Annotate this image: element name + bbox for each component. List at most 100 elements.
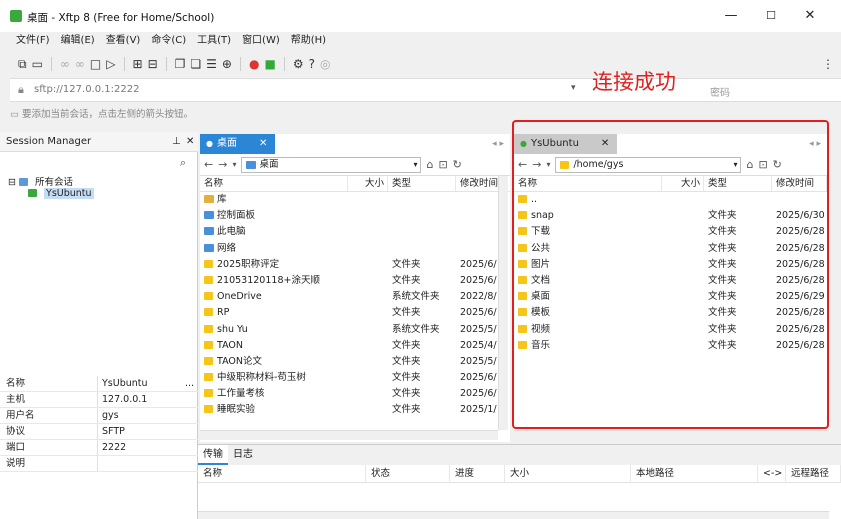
refresh-icon[interactable]: ↻ xyxy=(773,158,782,171)
menu-file[interactable]: 文件(F) xyxy=(16,32,50,50)
tab-scroll-icon[interactable]: ◂ ▸ xyxy=(809,134,827,154)
window-icon[interactable]: □ xyxy=(90,57,101,71)
tab-transfer[interactable]: 传输 xyxy=(198,445,228,465)
table-row[interactable]: 睡眠实验 文件夹 2025/1/ xyxy=(200,402,510,418)
help-icon[interactable]: ? xyxy=(309,57,315,71)
transfer-hscroll[interactable] xyxy=(198,511,829,519)
table-row[interactable]: 网络 xyxy=(200,241,510,257)
refresh-icon[interactable]: ↻ xyxy=(453,158,462,171)
more-icon[interactable]: ⋮ xyxy=(822,57,834,71)
tree-item-ysubuntu[interactable]: YsUbuntu xyxy=(8,188,94,202)
back-icon[interactable]: ← xyxy=(204,158,213,171)
table-row[interactable]: 图片 文件夹 2025/6/28 xyxy=(514,257,827,273)
table-row[interactable]: OneDrive 系统文件夹 2022/8/ xyxy=(200,289,510,305)
table-row[interactable]: 下载 文件夹 2025/6/28 xyxy=(514,224,827,240)
menu-tools[interactable]: 工具(T) xyxy=(197,32,231,50)
table-row[interactable]: shu Yu 系统文件夹 2025/5/ xyxy=(200,322,510,338)
remote-hscroll[interactable] xyxy=(514,430,827,440)
list-icon[interactable]: ☰ xyxy=(206,57,217,71)
open-session-icon[interactable]: ▭ xyxy=(32,57,43,71)
table-row[interactable]: 中级职称材料-苟玉树 文件夹 2025/6/ xyxy=(200,370,510,386)
tab-remote-ysubuntu[interactable]: ● YsUbuntu ✕ xyxy=(514,134,618,154)
path-dropdown-icon[interactable]: ▾ xyxy=(413,158,420,172)
search-icon[interactable]: ⌕ xyxy=(180,156,186,170)
close-panel-icon[interactable]: ✕ xyxy=(186,132,194,152)
pin-icon[interactable]: ⊥ xyxy=(172,132,181,152)
tab-close-icon[interactable]: ✕ xyxy=(601,134,609,154)
address-dropdown-icon[interactable]: ▾ xyxy=(571,83,576,93)
tab-close-icon[interactable]: ✕ xyxy=(259,134,267,154)
unlink-icon[interactable]: ∞ xyxy=(75,57,85,71)
play-icon[interactable]: ▷ xyxy=(106,57,115,71)
new-session-icon[interactable]: ⧉ xyxy=(18,57,27,72)
table-row[interactable]: snap 文件夹 2025/6/30 xyxy=(514,208,827,224)
table-row[interactable]: .. xyxy=(514,192,827,208)
upload-icon[interactable]: ⊞ xyxy=(133,57,143,71)
tab-scroll-icon[interactable]: ◂ ▸ xyxy=(492,134,510,154)
history-dropdown-icon[interactable]: ▾ xyxy=(232,160,236,169)
path-dropdown-icon[interactable]: ▾ xyxy=(733,158,740,172)
copy-icon[interactable]: ❐ xyxy=(175,57,186,71)
col-modified[interactable]: 修改时间 xyxy=(456,176,500,191)
address-input[interactable]: sftp://127.0.0.1:2222 xyxy=(34,84,139,95)
history-dropdown-icon[interactable]: ▾ xyxy=(546,160,550,169)
new-folder-icon[interactable]: ⊡ xyxy=(758,158,767,171)
tab-log[interactable]: 日志 xyxy=(228,445,258,465)
menu-help[interactable]: 帮助(H) xyxy=(291,32,326,50)
menu-window[interactable]: 窗口(W) xyxy=(242,32,280,50)
table-row[interactable]: 视频 文件夹 2025/6/28 xyxy=(514,322,827,338)
collapse-icon[interactable]: ⊟ xyxy=(8,177,16,188)
table-row[interactable]: 桌面 文件夹 2025/6/29 xyxy=(514,289,827,305)
col-modified[interactable]: 修改时间 xyxy=(772,176,827,191)
back-icon[interactable]: ← xyxy=(518,158,527,171)
xshell-icon[interactable]: ● xyxy=(249,57,259,71)
col-remote-path[interactable]: 远程路径 xyxy=(786,465,841,482)
close-button[interactable]: ✕ xyxy=(797,6,823,26)
remote-path-input[interactable]: /home/gys ▾ xyxy=(555,156,742,173)
col-size[interactable]: 大小 xyxy=(348,176,388,191)
link-icon[interactable]: ∞ xyxy=(60,57,70,71)
col-name[interactable]: 名称 xyxy=(198,465,366,482)
local-hscroll[interactable] xyxy=(200,430,498,440)
table-row[interactable]: 此电脑 xyxy=(200,224,510,240)
table-row[interactable]: 模板 文件夹 2025/6/28 xyxy=(514,305,827,321)
col-progress[interactable]: 进度 xyxy=(450,465,505,482)
password-field[interactable]: 密码 xyxy=(710,84,730,99)
col-type[interactable]: 类型 xyxy=(704,176,772,191)
download-icon[interactable]: ⊟ xyxy=(148,57,158,71)
col-type[interactable]: 类型 xyxy=(388,176,456,191)
forward-icon[interactable]: → xyxy=(218,158,227,171)
col-local-path[interactable]: 本地路径 xyxy=(631,465,758,482)
col-size[interactable]: 大小 xyxy=(505,465,631,482)
table-row[interactable]: 2025职称评定 文件夹 2025/6/ xyxy=(200,257,510,273)
table-row[interactable]: 控制面板 xyxy=(200,208,510,224)
table-row[interactable]: 音乐 文件夹 2025/6/28 xyxy=(514,338,827,354)
globe-icon[interactable]: ⊕ xyxy=(222,57,232,71)
table-row[interactable]: 21053120118+涂天顺 文件夹 2025/6/ xyxy=(200,273,510,289)
table-row[interactable]: RP 文件夹 2025/6/ xyxy=(200,305,510,321)
chat-icon[interactable]: ◎ xyxy=(320,57,330,71)
table-row[interactable]: TAON论文 文件夹 2025/5/ xyxy=(200,354,510,370)
col-direction[interactable]: <-> xyxy=(758,465,786,482)
col-name[interactable]: 名称 xyxy=(200,176,348,191)
menu-view[interactable]: 查看(V) xyxy=(106,32,141,50)
menu-command[interactable]: 命令(C) xyxy=(151,32,186,50)
bookmark-icon[interactable]: ⌂ xyxy=(426,158,433,171)
forward-icon[interactable]: → xyxy=(532,158,541,171)
table-row[interactable]: 库 xyxy=(200,192,510,208)
maximize-button[interactable]: ☐ xyxy=(758,6,784,26)
col-name[interactable]: 名称 xyxy=(514,176,662,191)
tree-root[interactable]: ⊟ 所有会话 xyxy=(8,174,94,188)
table-row[interactable]: 公共 文件夹 2025/6/28 xyxy=(514,241,827,257)
gear-icon[interactable]: ⚙ xyxy=(293,57,304,71)
tab-local-desktop[interactable]: ● 桌面 ✕ xyxy=(200,134,276,154)
col-size[interactable]: 大小 xyxy=(662,176,704,191)
minimize-button[interactable]: — xyxy=(718,6,744,26)
col-status[interactable]: 状态 xyxy=(366,465,450,482)
bookmark-icon[interactable]: ⌂ xyxy=(746,158,753,171)
menu-edit[interactable]: 编辑(E) xyxy=(61,32,95,50)
paste-icon[interactable]: ❏ xyxy=(190,57,201,71)
more-button[interactable]: ... xyxy=(185,376,198,391)
new-folder-icon[interactable]: ⊡ xyxy=(438,158,447,171)
table-row[interactable]: TAON 文件夹 2025/4/ xyxy=(200,338,510,354)
